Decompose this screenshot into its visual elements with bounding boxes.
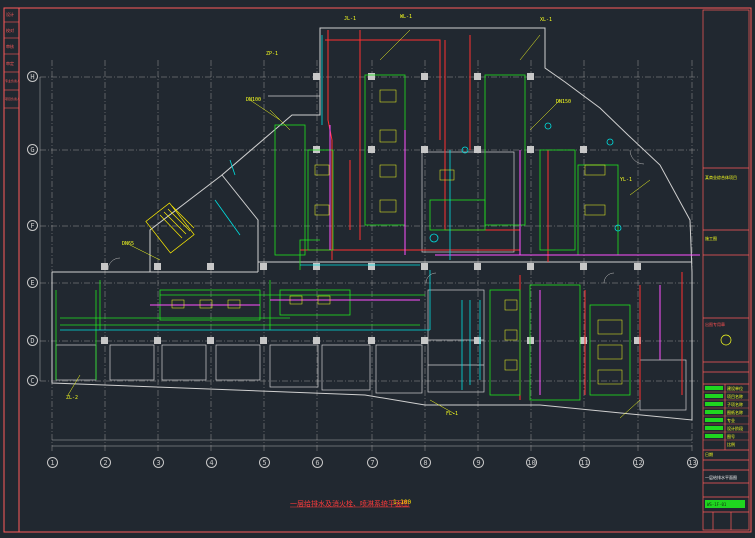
pipe-tag: DN150 xyxy=(556,99,572,105)
red-pipes xyxy=(300,30,683,400)
title-block-green-4 xyxy=(705,410,723,414)
annotation-leaders xyxy=(67,29,651,419)
pipe-tag: XL-1 xyxy=(540,17,553,23)
title-block-drawing-no: WS-1F-01 xyxy=(707,502,727,507)
axis-bubble-col-9: 9 xyxy=(473,457,484,468)
title-block-row-label-8: 比例 xyxy=(727,442,735,447)
axis-bubble-row-d: D xyxy=(27,335,38,346)
title-block-green-2 xyxy=(705,394,723,398)
title-block-stage: 施工图 xyxy=(705,236,717,241)
equipment-marks xyxy=(171,89,623,385)
axis-bubble-col-6: 6 xyxy=(312,457,323,468)
title-block-row-label-6: 设计阶段 xyxy=(727,426,743,431)
pipe-tag: YL-1 xyxy=(620,177,633,183)
pipe-tag: ZL-2 xyxy=(66,395,79,401)
pipe-tag: WL-1 xyxy=(400,14,413,20)
axis-bubble-row-c: C xyxy=(27,375,38,386)
grid-axes xyxy=(40,60,700,452)
title-block-row-label-3: 子项名称 xyxy=(727,402,743,407)
sheet-title: 一层给排水及消火栓、喷淋系统平面图 xyxy=(290,500,409,508)
columns xyxy=(101,73,641,344)
title-block-row-label-1: 建设单位 xyxy=(727,386,743,391)
title-block-drawing-name: 一层给排水平面图 xyxy=(705,475,737,480)
pipe-tag: ZP-1 xyxy=(266,51,279,57)
pipe-tag: FL-1 xyxy=(446,411,459,417)
door-swings xyxy=(107,149,645,284)
pipe-tag: DN100 xyxy=(246,97,262,103)
title-block-stamp: 出图专用章 xyxy=(705,322,725,327)
title-block-row-label-7: 图号 xyxy=(727,434,735,439)
title-block-row-label-9: 日期 xyxy=(705,452,713,457)
axis-bubble-row-h: H xyxy=(27,71,38,82)
title-block-row-label-4: 图纸名称 xyxy=(727,410,743,415)
axis-bubble-col-1: 1 xyxy=(47,457,58,468)
axis-bubble-col-10: 10 xyxy=(526,457,537,468)
title-block-green-5 xyxy=(705,418,723,422)
axis-bubble-col-5: 5 xyxy=(259,457,270,468)
sprinkler-pipes xyxy=(55,74,631,401)
left-strip-label-6: 项目负责人 xyxy=(5,97,21,101)
title-block-green-7 xyxy=(705,434,723,438)
axis-bubble-col-12: 12 xyxy=(633,457,644,468)
title-block-row-label-2: 项目名称 xyxy=(727,394,743,399)
pipe-tag: JL-1 xyxy=(344,16,357,22)
left-strip-label-2: 校对 xyxy=(6,28,14,33)
title-block-row-label-5: 专业 xyxy=(727,418,735,423)
axis-bubble-row-e: E xyxy=(27,277,38,288)
left-strip-label-3: 审核 xyxy=(6,44,14,49)
sheet-scale: 1:100 xyxy=(393,499,412,506)
company-logo xyxy=(720,334,732,346)
title-block-project: 某商业综合体项目 xyxy=(705,175,737,180)
axis-bubble-col-2: 2 xyxy=(100,457,111,468)
left-strip-label-4: 审定 xyxy=(6,61,14,66)
supply-pipes xyxy=(60,35,622,390)
axis-bubble-row-g: G xyxy=(27,144,38,155)
axis-bubble-col-4: 4 xyxy=(206,457,217,468)
left-strip-label-5: 专业负责人 xyxy=(5,79,21,83)
pipe-tag: DN65 xyxy=(122,241,135,247)
title-block-green-6 xyxy=(705,426,723,430)
left-strip-label-1: 设计 xyxy=(6,12,14,17)
title-block-green-1 xyxy=(705,386,723,390)
axis-bubble-col-13: 13 xyxy=(687,457,698,468)
axis-bubble-col-8: 8 xyxy=(420,457,431,468)
axis-bubble-col-3: 3 xyxy=(153,457,164,468)
axis-bubble-row-f: F xyxy=(27,220,38,231)
title-block-green-3 xyxy=(705,402,723,406)
axis-bubble-col-7: 7 xyxy=(367,457,378,468)
axis-bubble-col-11: 11 xyxy=(579,457,590,468)
